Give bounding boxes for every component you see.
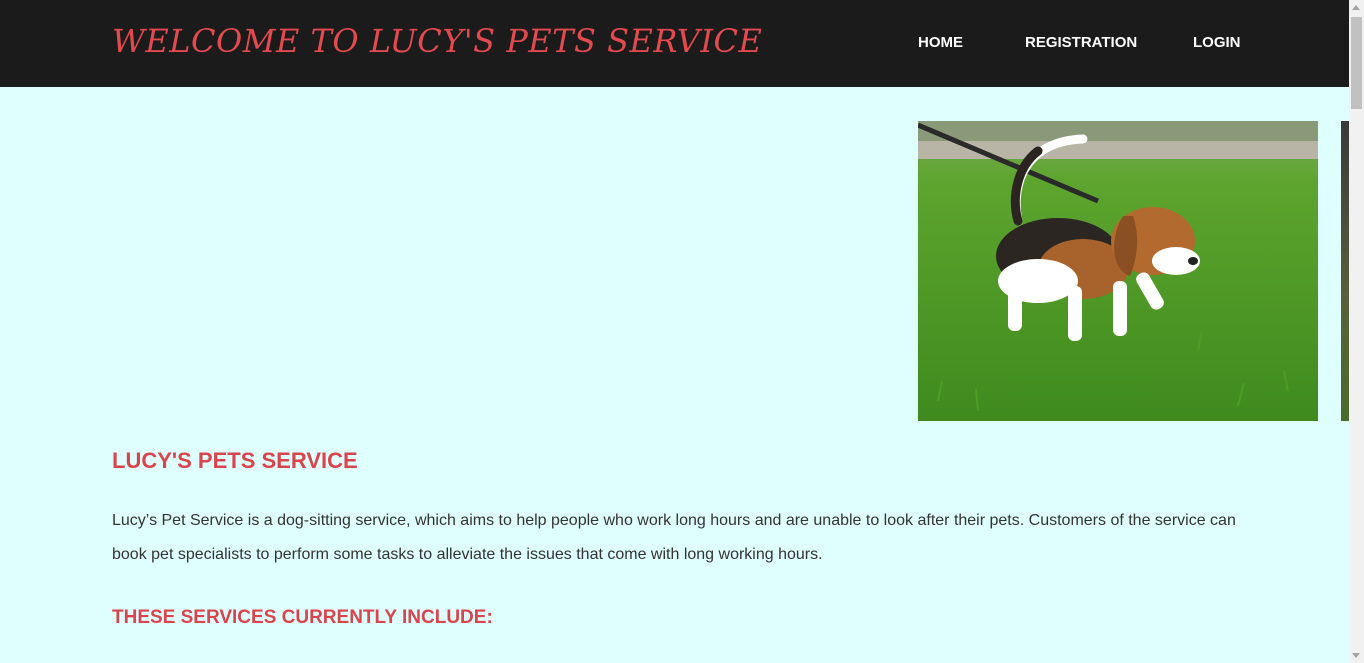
carousel-next-image <box>1341 121 1349 421</box>
section-title: LUCY'S PETS SERVICE <box>112 448 358 473</box>
nav-home-link[interactable]: HOME <box>918 34 963 51</box>
nav-registration-link[interactable]: REGISTRATION <box>1025 34 1137 51</box>
nav-login-link[interactable]: LOGIN <box>1193 34 1241 51</box>
vertical-scrollbar[interactable] <box>1349 0 1364 663</box>
beagle-puppy-image <box>918 121 1318 421</box>
site-title: WELCOME TO LUCY'S PETS SERVICE <box>112 22 763 60</box>
scroll-up-icon[interactable] <box>1352 5 1360 10</box>
top-navbar: WELCOME TO LUCY'S PETS SERVICE HOME REGI… <box>0 0 1349 87</box>
services-heading: THESE SERVICES CURRENTLY INCLUDE: <box>112 607 493 628</box>
intro-paragraph: Lucy’s Pet Service is a dog-sitting serv… <box>112 512 1236 563</box>
scroll-down-icon[interactable] <box>1352 653 1360 658</box>
scroll-thumb[interactable] <box>1351 17 1362 109</box>
page: WELCOME TO LUCY'S PETS SERVICE HOME REGI… <box>0 0 1364 663</box>
